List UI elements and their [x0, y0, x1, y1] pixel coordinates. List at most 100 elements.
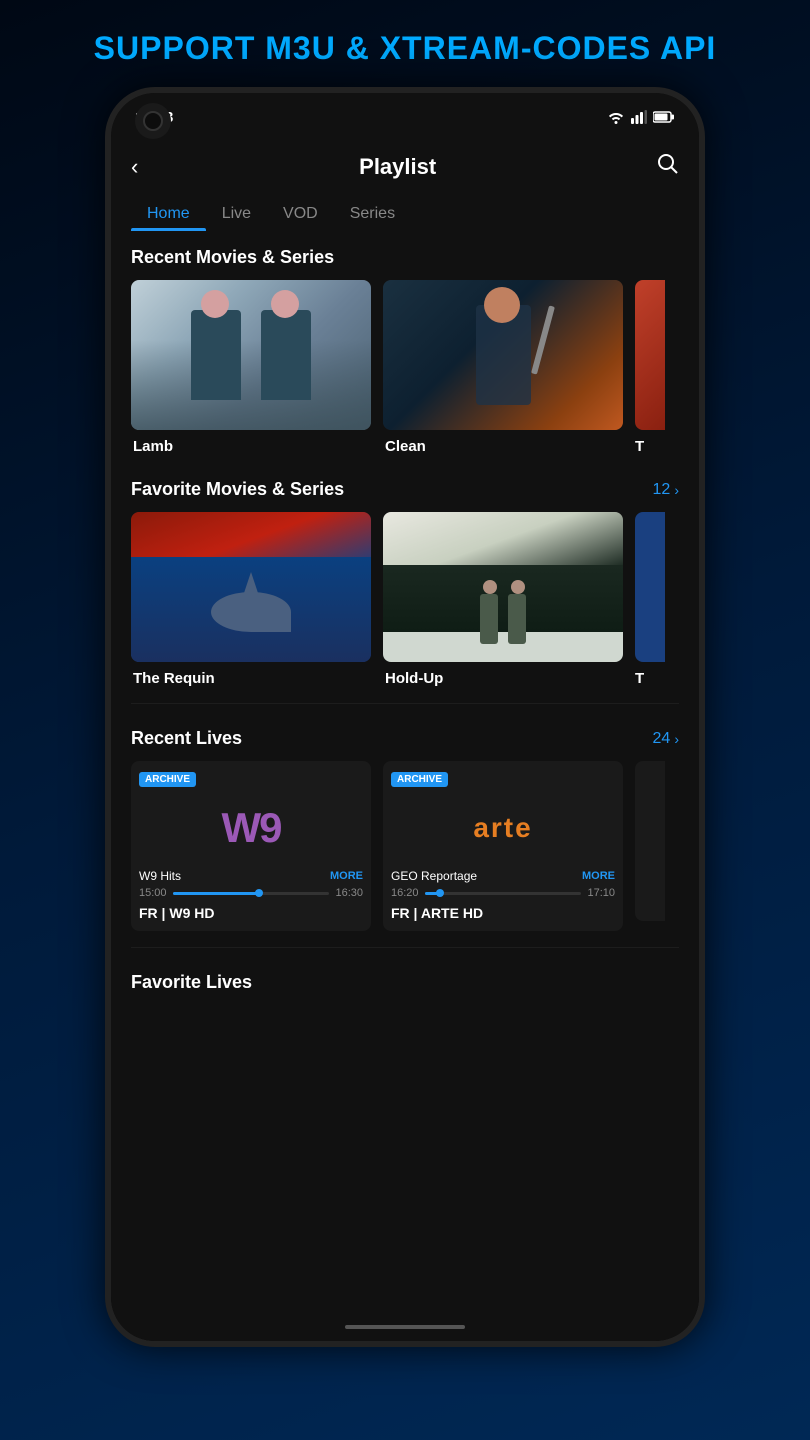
live-card-arte-inner: ARCHIVE arte GEO Reportage MORE 16:20: [383, 761, 623, 931]
tab-home[interactable]: Home: [131, 197, 206, 231]
fav-movie-title-partial: T: [635, 670, 665, 687]
wifi-icon: [607, 110, 625, 124]
clean-thumbnail: [383, 280, 623, 430]
live-card-w9[interactable]: ARCHIVE W9 W9 Hits MORE 15:00: [131, 761, 371, 931]
arte-time-end: 17:10: [587, 887, 615, 899]
movie-thumb-requin: [131, 512, 371, 662]
lamb-thumbnail: [131, 280, 371, 430]
live-card-partial[interactable]: [635, 761, 665, 921]
live-card-w9-inner: ARCHIVE W9 W9 Hits MORE 15:00: [131, 761, 371, 931]
favorite-movies-count[interactable]: 12 ›: [653, 481, 679, 499]
arte-progress-bar: [425, 892, 582, 895]
live-card-arte[interactable]: ARCHIVE arte GEO Reportage MORE 16:20: [383, 761, 623, 931]
lamb-figures: [191, 310, 311, 400]
w9-progress-dot: [255, 889, 263, 897]
arte-more-btn[interactable]: MORE: [582, 870, 615, 882]
movie-title-clean: Clean: [383, 438, 623, 455]
movie-card-partial[interactable]: T: [635, 280, 665, 455]
movie-thumb-partial: [635, 280, 665, 430]
holdup-figure-1: [480, 594, 498, 644]
w9-logo-area: W9: [139, 793, 363, 863]
favorite-movies-row: The Requin: [111, 512, 699, 687]
arte-progress-dot: [436, 889, 444, 897]
w9-progress-fill: [173, 892, 259, 895]
w9-time-start: 15:00: [139, 887, 167, 899]
w9-more-btn[interactable]: MORE: [330, 870, 363, 882]
status-bar: 16:23: [111, 93, 699, 141]
holdup-figures: [480, 594, 526, 644]
movie-card-requin[interactable]: The Requin: [131, 512, 371, 687]
w9-progress-bar: [173, 892, 330, 895]
requin-shark: [211, 592, 291, 632]
search-icon: [657, 153, 679, 175]
movie-thumb-holdup: [383, 512, 623, 662]
recent-movies-header: Recent Movies & Series: [111, 247, 699, 280]
lamb-figure-1: [191, 310, 241, 400]
fav-movie-card-partial[interactable]: T: [635, 512, 665, 687]
arte-program-name: GEO Reportage: [391, 869, 477, 883]
divider-2: [131, 947, 679, 948]
signal-icon: [631, 110, 647, 124]
arte-time-start: 16:20: [391, 887, 419, 899]
bottom-home-indicator: [345, 1325, 465, 1329]
archive-badge-w9: ARCHIVE: [139, 772, 196, 787]
w9-progress-row: 15:00 16:30: [139, 887, 363, 899]
movie-title-requin: The Requin: [131, 670, 371, 687]
recent-lives-section: Recent Lives 24 › ARCHIVE W9: [111, 712, 699, 939]
favorite-movies-title: Favorite Movies & Series: [131, 479, 344, 500]
w9-logo: W9: [222, 804, 281, 852]
movie-title-holdup: Hold-Up: [383, 670, 623, 687]
recent-lives-title: Recent Lives: [131, 728, 242, 749]
movie-card-clean[interactable]: Clean: [383, 280, 623, 455]
tab-live[interactable]: Live: [206, 197, 267, 231]
recent-lives-count-value: 24: [653, 730, 671, 748]
w9-program-name: W9 Hits: [139, 869, 181, 883]
clean-figure: [476, 305, 531, 405]
favorite-lives-section: Favorite Lives: [111, 956, 699, 1013]
arte-program-row: GEO Reportage MORE: [391, 869, 615, 883]
app-bar: ‹ Playlist: [111, 141, 699, 193]
favorite-movies-section: Favorite Movies & Series 12 ›: [111, 463, 699, 695]
archive-badge-arte: ARCHIVE: [391, 772, 448, 787]
tab-vod[interactable]: VOD: [267, 197, 334, 231]
recent-movies-section: Recent Movies & Series: [111, 231, 699, 463]
arte-channel-name: FR | ARTE HD: [391, 899, 615, 923]
requin-thumbnail: [131, 512, 371, 662]
page-header-title: SUPPORT M3U & XTREAM-CODES API: [94, 30, 717, 67]
favorite-lives-title: Favorite Lives: [131, 972, 252, 993]
favorite-lives-header: Favorite Lives: [111, 972, 699, 1005]
arte-logo: arte: [473, 812, 532, 844]
lamb-figure-2: [261, 310, 311, 400]
movie-title-lamb: Lamb: [131, 438, 371, 455]
recent-lives-header: Recent Lives 24 ›: [111, 728, 699, 761]
w9-program-row: W9 Hits MORE: [139, 869, 363, 883]
back-button[interactable]: ‹: [131, 154, 138, 180]
arte-logo-area: arte: [391, 793, 615, 863]
fav-movie-thumb-partial: [635, 512, 665, 662]
movie-thumb-lamb: [131, 280, 371, 430]
favorite-movies-count-value: 12: [653, 481, 671, 499]
camera-lens: [143, 111, 163, 131]
app-title: Playlist: [359, 154, 436, 180]
holdup-thumbnail: [383, 512, 623, 662]
recent-lives-count[interactable]: 24 ›: [653, 730, 679, 748]
app-content: ‹ Playlist Home Live VOD Series Recent M…: [111, 141, 699, 1341]
status-icons: [607, 110, 675, 124]
arte-progress-row: 16:20 17:10: [391, 887, 615, 899]
tab-series[interactable]: Series: [334, 197, 411, 231]
movie-card-lamb[interactable]: Lamb: [131, 280, 371, 455]
phone-shell: 16:23 ‹ Playlist: [105, 87, 705, 1347]
live-cards-row: ARCHIVE W9 W9 Hits MORE 15:00: [111, 761, 699, 931]
movie-card-holdup[interactable]: Hold-Up: [383, 512, 623, 687]
tabs-bar: Home Live VOD Series: [111, 197, 699, 231]
holdup-figure-2: [508, 594, 526, 644]
favorite-movies-header: Favorite Movies & Series 12 ›: [111, 479, 699, 512]
search-button[interactable]: [657, 153, 679, 181]
recent-movies-row: Lamb Clean T: [111, 280, 699, 455]
recent-movies-title: Recent Movies & Series: [131, 247, 334, 268]
camera-notch: [135, 103, 171, 139]
recent-lives-chevron: ›: [674, 731, 679, 747]
w9-time-end: 16:30: [335, 887, 363, 899]
battery-icon: [653, 111, 675, 123]
scroll-content[interactable]: Recent Movies & Series: [111, 231, 699, 1341]
